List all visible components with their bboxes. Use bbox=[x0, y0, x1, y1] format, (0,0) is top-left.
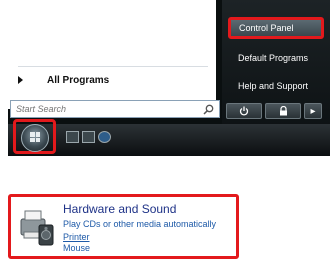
help-and-support-menu-item[interactable]: Help and Support bbox=[230, 75, 322, 97]
internet-explorer-icon[interactable] bbox=[98, 131, 111, 143]
printer-speaker-icon bbox=[20, 210, 54, 246]
category-task-link[interactable]: Play CDs or other media automatically bbox=[63, 219, 216, 229]
taskbar bbox=[8, 124, 330, 156]
search-icon[interactable] bbox=[203, 104, 214, 115]
windows-logo-icon bbox=[30, 132, 40, 142]
mouse-link[interactable]: Mouse bbox=[63, 243, 90, 253]
switch-windows-icon[interactable] bbox=[82, 131, 95, 143]
start-search-input[interactable] bbox=[16, 104, 186, 114]
control-panel-menu-item[interactable]: Control Panel bbox=[228, 17, 324, 39]
all-programs-label: All Programs bbox=[47, 74, 110, 86]
all-programs-button[interactable]: All Programs bbox=[18, 71, 216, 89]
printer-link[interactable]: Printer bbox=[63, 232, 90, 242]
start-search-box[interactable] bbox=[10, 100, 220, 118]
start-menu: All Programs Control Panel Default Progr… bbox=[8, 0, 330, 156]
default-programs-menu-item[interactable]: Default Programs bbox=[230, 47, 322, 69]
start-menu-left-panel: All Programs bbox=[8, 0, 216, 109]
category-title[interactable]: Hardware and Sound bbox=[63, 202, 176, 216]
power-controls: ▸ bbox=[226, 103, 322, 119]
power-button[interactable] bbox=[226, 103, 262, 119]
lock-button[interactable] bbox=[265, 103, 301, 119]
power-icon bbox=[239, 106, 249, 116]
arrow-right-icon bbox=[18, 76, 23, 84]
shutdown-options-button[interactable]: ▸ bbox=[304, 103, 322, 119]
all-programs-separator bbox=[18, 66, 208, 67]
show-desktop-icon[interactable] bbox=[66, 131, 79, 143]
lock-icon bbox=[279, 106, 287, 116]
hardware-and-sound-item[interactable]: Hardware and Sound Play CDs or other med… bbox=[8, 194, 239, 259]
arrow-right-icon: ▸ bbox=[310, 105, 316, 117]
